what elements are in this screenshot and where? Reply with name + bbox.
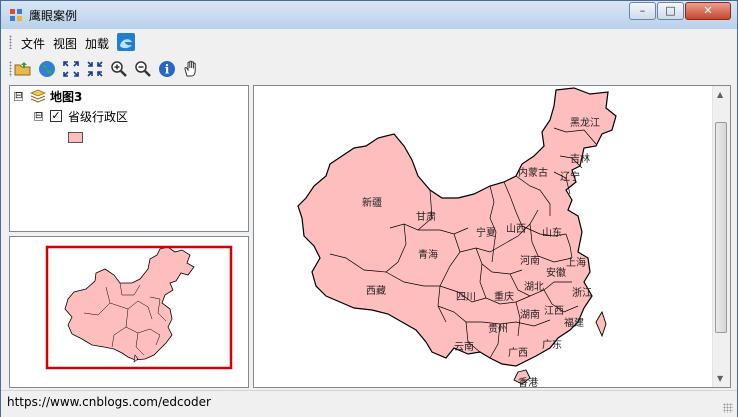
overview-china-shape (64, 246, 195, 361)
menu-load[interactable]: 加载 (85, 35, 109, 52)
menu-view[interactable]: 视图 (53, 35, 77, 52)
label-hubei: 湖北 (524, 281, 544, 293)
toolbar-grip[interactable] (9, 61, 12, 77)
zoom-out-icon[interactable] (133, 59, 153, 79)
label-anhui: 安徽 (546, 266, 566, 279)
label-heilongjiang: 黑龙江 (570, 116, 600, 129)
main-map-canvas[interactable]: 黑龙江 吉林 辽宁 内蒙古 新疆 甘肃 宁夏 山西 山东 青海 河南 上海 安徽… (254, 86, 714, 387)
label-fujian: 福建 (564, 316, 584, 329)
main-map-view[interactable]: 黑龙江 吉林 辽宁 内蒙古 新疆 甘肃 宁夏 山西 山东 青海 河南 上海 安徽… (253, 85, 731, 388)
map-name: 地图3 (50, 90, 83, 104)
map-collapse-toggle[interactable]: ⊟ (14, 92, 23, 101)
label-hunan: 湖南 (520, 308, 540, 321)
maximize-button[interactable]: □ (657, 2, 684, 20)
map-layers-icon (30, 89, 46, 103)
label-neimenggu: 内蒙古 (518, 166, 548, 179)
label-guangdong: 广东 (542, 338, 562, 351)
toolbar: i (5, 57, 733, 81)
menu-grip[interactable] (9, 35, 12, 49)
status-url: https://www.cnblogs.com/edcoder (7, 395, 211, 409)
label-qinghai: 青海 (418, 248, 438, 261)
close-button[interactable]: ✕ (685, 2, 731, 20)
app-window: 鹰眼案例 – □ ✕ 文件 视图 加载 i ⊟ 地图3 ⊟ ✓ 省级行政区 黑龙… (0, 0, 738, 417)
label-shandong: 山东 (542, 226, 562, 239)
layer-symbol-swatch (68, 132, 83, 143)
status-bar: https://www.cnblogs.com/edcoder (1, 390, 737, 417)
label-henan: 河南 (520, 254, 540, 267)
window-title: 鹰眼案例 (29, 9, 78, 23)
scroll-down-arrow-icon[interactable]: ▼ (717, 374, 723, 383)
resize-grip-icon[interactable] (723, 403, 733, 413)
identify-icon[interactable]: i (157, 59, 177, 79)
label-gansu: 甘肃 (416, 210, 436, 223)
taiwan-island (595, 310, 607, 338)
label-guangxi: 广西 (508, 347, 528, 359)
menu-file[interactable]: 文件 (21, 35, 45, 52)
minimize-button[interactable]: – (629, 2, 656, 20)
full-extent-icon[interactable] (61, 59, 81, 79)
table-of-contents: ⊟ 地图3 ⊟ ✓ 省级行政区 (9, 85, 249, 232)
label-guizhou: 贵州 (488, 322, 508, 335)
label-ningxia: 宁夏 (476, 226, 496, 239)
label-chongqing: 重庆 (494, 290, 514, 303)
map-vertical-scrollbar[interactable]: ▲ ▼ (712, 86, 730, 387)
app-icon (10, 9, 22, 21)
label-sichuan: 四川 (456, 292, 476, 303)
label-xizang: 西藏 (366, 285, 386, 297)
zoom-in-icon[interactable] (109, 59, 129, 79)
label-yunnan: 云南 (454, 340, 474, 353)
menu-bar: 文件 视图 加载 (5, 31, 733, 53)
edge-browser-icon[interactable] (117, 33, 135, 51)
layer-name: 省级行政区 (68, 110, 129, 124)
fixed-zoom-icon[interactable] (85, 59, 105, 79)
label-jiangxi: 江西 (544, 305, 564, 317)
open-folder-icon[interactable] (13, 59, 33, 79)
scroll-thumb[interactable] (715, 122, 727, 333)
svg-text:i: i (165, 63, 170, 77)
layer-collapse-toggle[interactable]: ⊟ (34, 112, 43, 121)
layer-visibility-checkbox[interactable]: ✓ (50, 110, 62, 122)
label-shanxi: 山西 (506, 223, 526, 235)
globe-icon[interactable] (37, 59, 57, 79)
overview-map[interactable] (9, 236, 249, 388)
label-jilin: 吉林 (570, 152, 590, 165)
label-hainan: 香港 (518, 377, 538, 387)
label-zhejiang: 浙江 (572, 287, 592, 299)
title-bar[interactable]: 鹰眼案例 – □ ✕ (1, 1, 737, 29)
label-liaoning: 辽宁 (560, 170, 580, 183)
scroll-up-arrow-icon[interactable]: ▲ (717, 90, 723, 99)
pan-hand-icon[interactable] (181, 59, 201, 79)
label-shanghai: 上海 (566, 256, 586, 269)
label-xinjiang: 新疆 (362, 196, 382, 209)
